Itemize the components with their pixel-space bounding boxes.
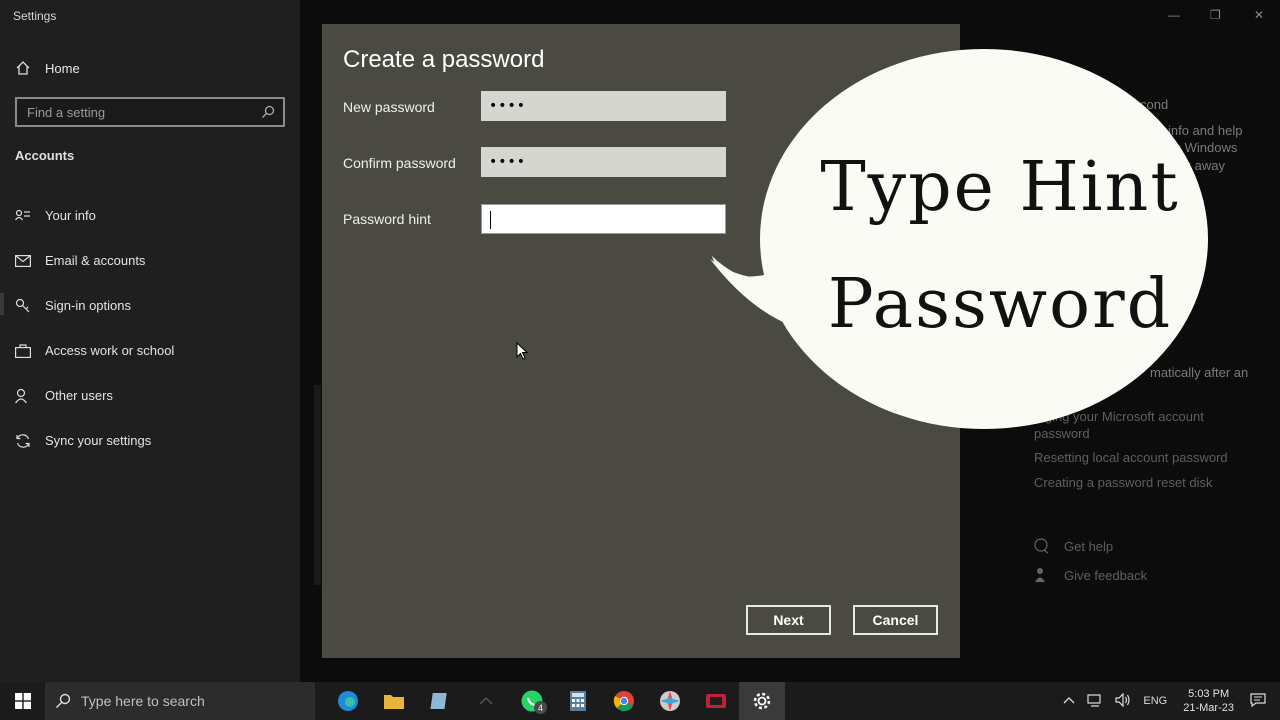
app-icon — [479, 696, 493, 705]
home-icon — [16, 61, 30, 75]
maximize-button[interactable]: ❐ — [1210, 8, 1221, 22]
home-label: Home — [45, 60, 80, 76]
people-icon — [15, 388, 27, 403]
taskbar-app-edge[interactable] — [325, 682, 371, 720]
text-caret — [490, 211, 491, 229]
notepad-icon — [430, 693, 447, 709]
sidebar-item-sign-in-options[interactable]: Sign-in options — [0, 283, 300, 328]
taskbar-app-calculator[interactable] — [555, 682, 601, 720]
chat-help-icon — [1034, 538, 1049, 554]
close-button[interactable]: ✕ — [1254, 8, 1264, 22]
taskbar-app-chrome[interactable] — [601, 682, 647, 720]
sidebar-item-label: Sync your settings — [45, 433, 152, 448]
windows-logo-icon — [14, 693, 31, 709]
link-reset-local-password[interactable]: Resetting local account password — [1034, 450, 1228, 465]
mouse-cursor-icon — [516, 342, 528, 360]
confirm-password-label: Confirm password — [343, 155, 456, 171]
get-help-link[interactable]: Get help — [1034, 538, 1113, 554]
edge-icon — [338, 691, 358, 711]
person-card-icon — [15, 209, 30, 220]
network-icon[interactable] — [1087, 693, 1103, 710]
give-feedback-link[interactable]: Give feedback — [1034, 567, 1147, 583]
sidebar-item-your-info[interactable]: Your info — [0, 193, 300, 238]
mail-icon — [15, 254, 31, 267]
sidebar-item-access-work-school[interactable]: Access work or school — [0, 328, 300, 373]
search-icon — [56, 693, 71, 708]
clock-date: 21-Mar-23 — [1183, 702, 1234, 714]
accounts-nav: Your info Email & accounts Sign-in optio… — [0, 193, 300, 463]
feedback-icon — [1035, 568, 1045, 582]
folder-icon — [384, 695, 404, 709]
sidebar-item-label: Email & accounts — [45, 253, 146, 268]
sidebar-item-email-accounts[interactable]: Email & accounts — [0, 238, 300, 283]
password-hint-label: Password hint — [343, 211, 431, 227]
language-indicator[interactable]: ENG — [1143, 695, 1167, 707]
taskbar-search[interactable] — [45, 682, 315, 720]
find-setting-input[interactable] — [27, 104, 247, 120]
volume-icon[interactable] — [1115, 692, 1131, 710]
overlay-text-line2: Password — [827, 265, 1173, 344]
confirm-password-field[interactable] — [481, 147, 726, 177]
clock[interactable]: 5:03 PM 21-Mar-23 — [1183, 687, 1234, 715]
aperture-icon — [660, 691, 680, 711]
taskbar-app-generic[interactable] — [463, 682, 509, 720]
taskbar-app-media[interactable] — [693, 682, 739, 720]
clock-time: 5:03 PM — [1188, 688, 1230, 700]
sidebar-item-label: Your info — [45, 208, 96, 223]
taskbar-app-file-explorer[interactable] — [371, 682, 417, 720]
sidebar-scrollbar[interactable] — [314, 385, 321, 585]
sidebar-item-label: Access work or school — [45, 343, 175, 358]
home-nav-item[interactable]: Home — [15, 60, 80, 76]
new-password-label: New password — [343, 99, 435, 115]
search-icon[interactable] — [261, 105, 275, 119]
gear-icon — [753, 692, 771, 710]
start-button[interactable] — [0, 682, 45, 720]
taskbar-search-input[interactable] — [81, 693, 291, 709]
sidebar-item-sync-settings[interactable]: Sync your settings — [0, 418, 300, 463]
cancel-button[interactable]: Cancel — [853, 605, 938, 635]
sync-icon — [16, 433, 30, 448]
password-hint-field[interactable] — [481, 204, 726, 234]
settings-sidebar: Settings Home Accounts Your info Email &… — [0, 0, 300, 682]
taskbar-app-notepad[interactable] — [417, 682, 463, 720]
find-setting-search[interactable] — [15, 97, 285, 127]
next-button[interactable]: Next — [746, 605, 831, 635]
sidebar-item-other-users[interactable]: Other users — [0, 373, 300, 418]
pinned-apps: 4 — [325, 682, 785, 720]
key-icon — [15, 298, 30, 312]
whatsapp-badge: 4 — [534, 701, 547, 714]
sidebar-item-label: Sign-in options — [45, 298, 131, 313]
get-help-label: Get help — [1064, 538, 1114, 554]
link-reset-disk[interactable]: Creating a password reset disk — [1034, 475, 1212, 490]
overlay-text-line1: Type Hint — [820, 148, 1180, 227]
window-title: Settings — [13, 9, 57, 23]
calculator-icon — [570, 691, 586, 711]
notifications-icon[interactable] — [1250, 692, 1266, 710]
taskbar-app-photos[interactable] — [647, 682, 693, 720]
new-password-field[interactable] — [481, 91, 726, 121]
system-tray: ENG 5:03 PM 21-Mar-23 — [1057, 682, 1280, 720]
speech-bubble-overlay — [710, 49, 1208, 429]
briefcase-icon — [15, 343, 31, 358]
give-feedback-label: Give feedback — [1064, 567, 1148, 583]
taskbar: 4 ENG 5:03 PM 21-Mar-23 — [0, 682, 1280, 720]
sidebar-item-label: Other users — [45, 388, 113, 403]
taskbar-app-whatsapp[interactable]: 4 — [509, 682, 555, 720]
tray-overflow-icon[interactable] — [1063, 695, 1075, 707]
media-player-icon — [706, 694, 726, 708]
taskbar-app-settings[interactable] — [739, 682, 785, 720]
minimize-button[interactable]: — — [1168, 8, 1180, 22]
dialog-title: Create a password — [343, 46, 545, 73]
accounts-section-title: Accounts — [15, 148, 75, 163]
chrome-icon — [613, 691, 634, 712]
